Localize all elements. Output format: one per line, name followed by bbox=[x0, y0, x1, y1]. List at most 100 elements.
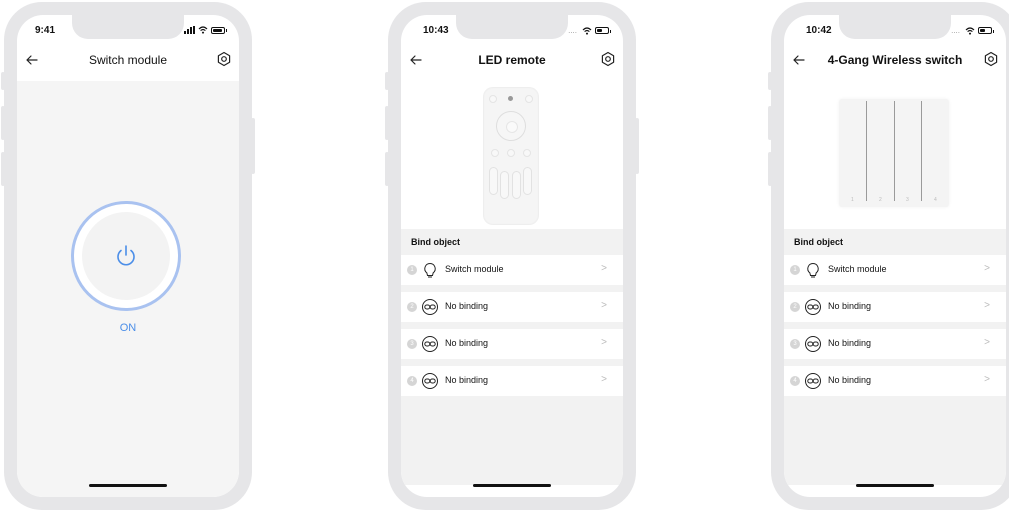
remote-button bbox=[491, 149, 499, 157]
remote-button bbox=[525, 95, 533, 103]
bind-row-1[interactable]: 1 Switch module > bbox=[784, 255, 1006, 285]
screen: 10:42 .... 4-Gang Wireless switch 1 2 3 … bbox=[784, 15, 1006, 497]
nav-bar: 4-Gang Wireless switch bbox=[784, 49, 1006, 73]
bind-row-1[interactable]: 1 Switch module > bbox=[401, 255, 623, 285]
page-title: LED remote bbox=[478, 53, 546, 67]
bind-row-2[interactable]: 2 No binding > bbox=[784, 292, 1006, 322]
row-number-badge: 3 bbox=[407, 339, 417, 349]
link-icon bbox=[805, 373, 821, 389]
switch-divider bbox=[866, 101, 867, 201]
remote-wheel bbox=[496, 111, 526, 141]
chevron-right-icon: > bbox=[601, 263, 607, 274]
chevron-right-icon: > bbox=[984, 263, 990, 274]
bind-object-list: Bind object 1 Switch module > 2 No bindi… bbox=[401, 229, 623, 485]
row-number-badge: 4 bbox=[407, 376, 417, 386]
link-icon bbox=[805, 299, 821, 315]
switch-divider bbox=[894, 101, 895, 201]
signal-icon bbox=[184, 26, 195, 34]
link-icon bbox=[422, 336, 438, 352]
screen: 10:43 .... LED remote Bind object 1 Swit… bbox=[401, 15, 623, 497]
power-state-label: ON bbox=[119, 322, 137, 334]
wall-switch-image: 1 2 3 4 bbox=[839, 99, 949, 207]
bulb-icon bbox=[424, 262, 436, 278]
bulb-icon bbox=[807, 262, 819, 278]
notch bbox=[72, 15, 184, 39]
bind-row-4[interactable]: 4 No binding > bbox=[784, 366, 1006, 396]
switch-number: 3 bbox=[906, 197, 909, 203]
row-number-badge: 1 bbox=[790, 265, 800, 275]
section-title: Bind object bbox=[411, 237, 460, 247]
link-icon bbox=[422, 299, 438, 315]
switch-divider bbox=[921, 101, 922, 201]
status-time: 10:43 bbox=[423, 25, 449, 36]
signal-dots-icon: .... bbox=[951, 26, 960, 35]
remote-button bbox=[507, 149, 515, 157]
bind-row-4[interactable]: 4 No binding > bbox=[401, 366, 623, 396]
settings-gear-icon[interactable] bbox=[982, 50, 1000, 68]
phone-led-remote: 10:43 .... LED remote Bind object 1 Swit… bbox=[385, 2, 639, 510]
remote-button bbox=[489, 95, 497, 103]
battery-icon bbox=[978, 27, 994, 34]
content-area: ON bbox=[17, 81, 239, 497]
wifi-icon bbox=[198, 26, 208, 34]
bind-row-2[interactable]: 2 No binding > bbox=[401, 292, 623, 322]
link-icon bbox=[805, 336, 821, 352]
chevron-right-icon: > bbox=[601, 300, 607, 311]
status-time: 9:41 bbox=[35, 25, 56, 36]
signal-dots-icon: .... bbox=[568, 26, 577, 35]
section-title: Bind object bbox=[794, 237, 843, 247]
switch-number: 1 bbox=[851, 197, 854, 203]
remote-bar-button bbox=[489, 167, 498, 195]
row-label: No binding bbox=[445, 375, 489, 385]
back-arrow-icon[interactable] bbox=[407, 51, 425, 69]
row-label: Switch module bbox=[828, 264, 887, 274]
power-button-inner bbox=[82, 212, 170, 300]
phone-4-gang-switch: 10:42 .... 4-Gang Wireless switch 1 2 3 … bbox=[768, 2, 1009, 510]
back-arrow-icon[interactable] bbox=[790, 51, 808, 69]
remote-bar-button bbox=[500, 171, 509, 199]
bind-row-3[interactable]: 3 No binding > bbox=[784, 329, 1006, 359]
remote-bar-button bbox=[512, 171, 521, 199]
home-indicator[interactable] bbox=[473, 484, 551, 487]
device-image-area bbox=[401, 81, 623, 241]
led-remote-image bbox=[483, 87, 539, 225]
remote-button bbox=[523, 149, 531, 157]
phone-switch-module: 9:41 Switch module ON bbox=[1, 2, 255, 510]
bind-row-3[interactable]: 3 No binding > bbox=[401, 329, 623, 359]
notch bbox=[456, 15, 568, 39]
settings-gear-icon[interactable] bbox=[215, 50, 233, 68]
row-label: No binding bbox=[828, 338, 872, 348]
row-label: No binding bbox=[828, 375, 872, 385]
chevron-right-icon: > bbox=[601, 374, 607, 385]
remote-button bbox=[508, 96, 513, 101]
battery-icon bbox=[595, 27, 611, 34]
screen: 9:41 Switch module ON bbox=[17, 15, 239, 497]
settings-gear-icon[interactable] bbox=[599, 50, 617, 68]
row-number-badge: 3 bbox=[790, 339, 800, 349]
wifi-icon bbox=[582, 26, 592, 35]
home-indicator[interactable] bbox=[856, 484, 934, 487]
nav-bar: LED remote bbox=[401, 49, 623, 73]
chevron-right-icon: > bbox=[984, 300, 990, 311]
status-time: 10:42 bbox=[806, 25, 832, 36]
bind-object-list: Bind object 1 Switch module > 2 No bindi… bbox=[784, 229, 1006, 485]
switch-number: 2 bbox=[879, 197, 882, 203]
notch bbox=[839, 15, 951, 39]
nav-bar: Switch module bbox=[17, 49, 239, 73]
remote-bar-button bbox=[523, 167, 532, 195]
row-label: No binding bbox=[445, 338, 489, 348]
power-icon bbox=[117, 245, 135, 266]
row-label: No binding bbox=[828, 301, 872, 311]
row-number-badge: 4 bbox=[790, 376, 800, 386]
device-image-area: 1 2 3 4 bbox=[784, 81, 1006, 241]
chevron-right-icon: > bbox=[601, 337, 607, 348]
wifi-icon bbox=[965, 26, 975, 35]
home-indicator[interactable] bbox=[89, 484, 167, 487]
chevron-right-icon: > bbox=[984, 337, 990, 348]
power-button[interactable] bbox=[71, 201, 181, 311]
page-title: Switch module bbox=[88, 53, 168, 67]
page-title: 4-Gang Wireless switch bbox=[827, 53, 963, 67]
back-arrow-icon[interactable] bbox=[23, 51, 41, 69]
row-number-badge: 1 bbox=[407, 265, 417, 275]
link-icon bbox=[422, 373, 438, 389]
